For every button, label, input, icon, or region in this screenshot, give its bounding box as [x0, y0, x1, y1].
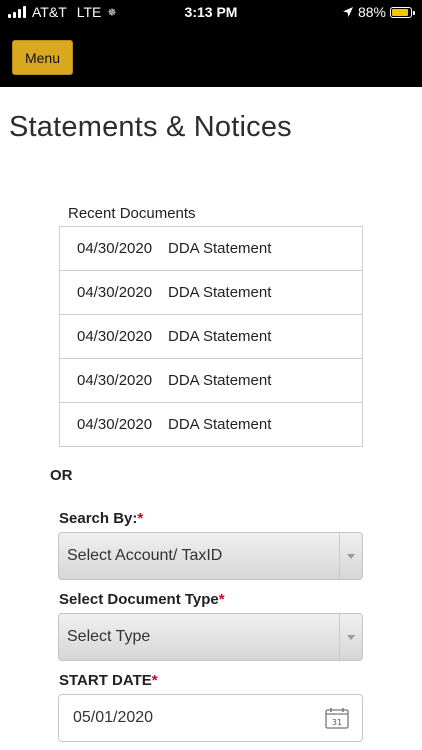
- required-mark: *: [137, 510, 144, 527]
- document-type: DDA Statement: [168, 240, 272, 257]
- document-row[interactable]: 04/30/2020 DDA Statement: [60, 271, 362, 315]
- document-type-select[interactable]: Select Type: [58, 613, 363, 661]
- document-type: DDA Statement: [168, 372, 272, 389]
- chevron-down-icon: [339, 614, 362, 660]
- search-by-label-text: Search By:: [59, 510, 138, 527]
- start-date-label: START DATE*: [59, 672, 158, 689]
- search-by-selected-value: Select Account/ TaxID: [67, 547, 223, 564]
- battery-level-fill: [392, 8, 408, 16]
- document-type-label-text: Select Document Type: [59, 591, 219, 608]
- page-title: Statements & Notices: [9, 111, 292, 143]
- calendar-icon[interactable]: 31: [325, 707, 349, 729]
- chevron-down-icon: [339, 533, 362, 579]
- document-type: DDA Statement: [168, 284, 272, 301]
- search-by-label: Search By:*: [59, 510, 143, 527]
- document-date: 04/30/2020: [77, 372, 153, 389]
- recent-documents-heading: Recent Documents: [68, 205, 196, 222]
- document-date: 04/30/2020: [77, 284, 153, 301]
- status-bar-right: 88%: [342, 4, 415, 20]
- document-date: 04/30/2020: [77, 416, 153, 433]
- start-date-value: 05/01/2020: [73, 709, 154, 726]
- start-date-label-text: START DATE: [59, 672, 152, 689]
- required-mark: *: [151, 672, 158, 689]
- battery-percent: 88%: [357, 4, 386, 20]
- document-type-selected-value: Select Type: [67, 628, 151, 645]
- app-header: Menu: [0, 24, 422, 87]
- document-row[interactable]: 04/30/2020 DDA Statement: [60, 315, 362, 359]
- menu-button[interactable]: Menu: [12, 40, 73, 75]
- document-type-label: Select Document Type*: [59, 591, 225, 608]
- battery-icon: [390, 6, 415, 18]
- location-arrow-icon: [342, 7, 353, 17]
- document-type: DDA Statement: [168, 416, 272, 433]
- or-divider-label: OR: [50, 467, 73, 484]
- calendar-day-number: 31: [332, 718, 342, 727]
- document-date: 04/30/2020: [77, 240, 153, 257]
- document-row[interactable]: 04/30/2020 DDA Statement: [60, 403, 362, 446]
- search-by-select[interactable]: Select Account/ TaxID: [58, 532, 363, 580]
- document-date: 04/30/2020: [77, 328, 153, 345]
- document-type: DDA Statement: [168, 328, 272, 345]
- recent-documents-list: 04/30/2020 DDA Statement 04/30/2020 DDA …: [59, 226, 363, 447]
- required-mark: *: [218, 591, 225, 608]
- start-date-input[interactable]: 05/01/2020 31: [58, 694, 363, 742]
- document-row[interactable]: 04/30/2020 DDA Statement: [60, 227, 362, 271]
- status-bar: AT&T LTE ✵ 3:13 PM 88%: [0, 0, 422, 24]
- document-row[interactable]: 04/30/2020 DDA Statement: [60, 359, 362, 403]
